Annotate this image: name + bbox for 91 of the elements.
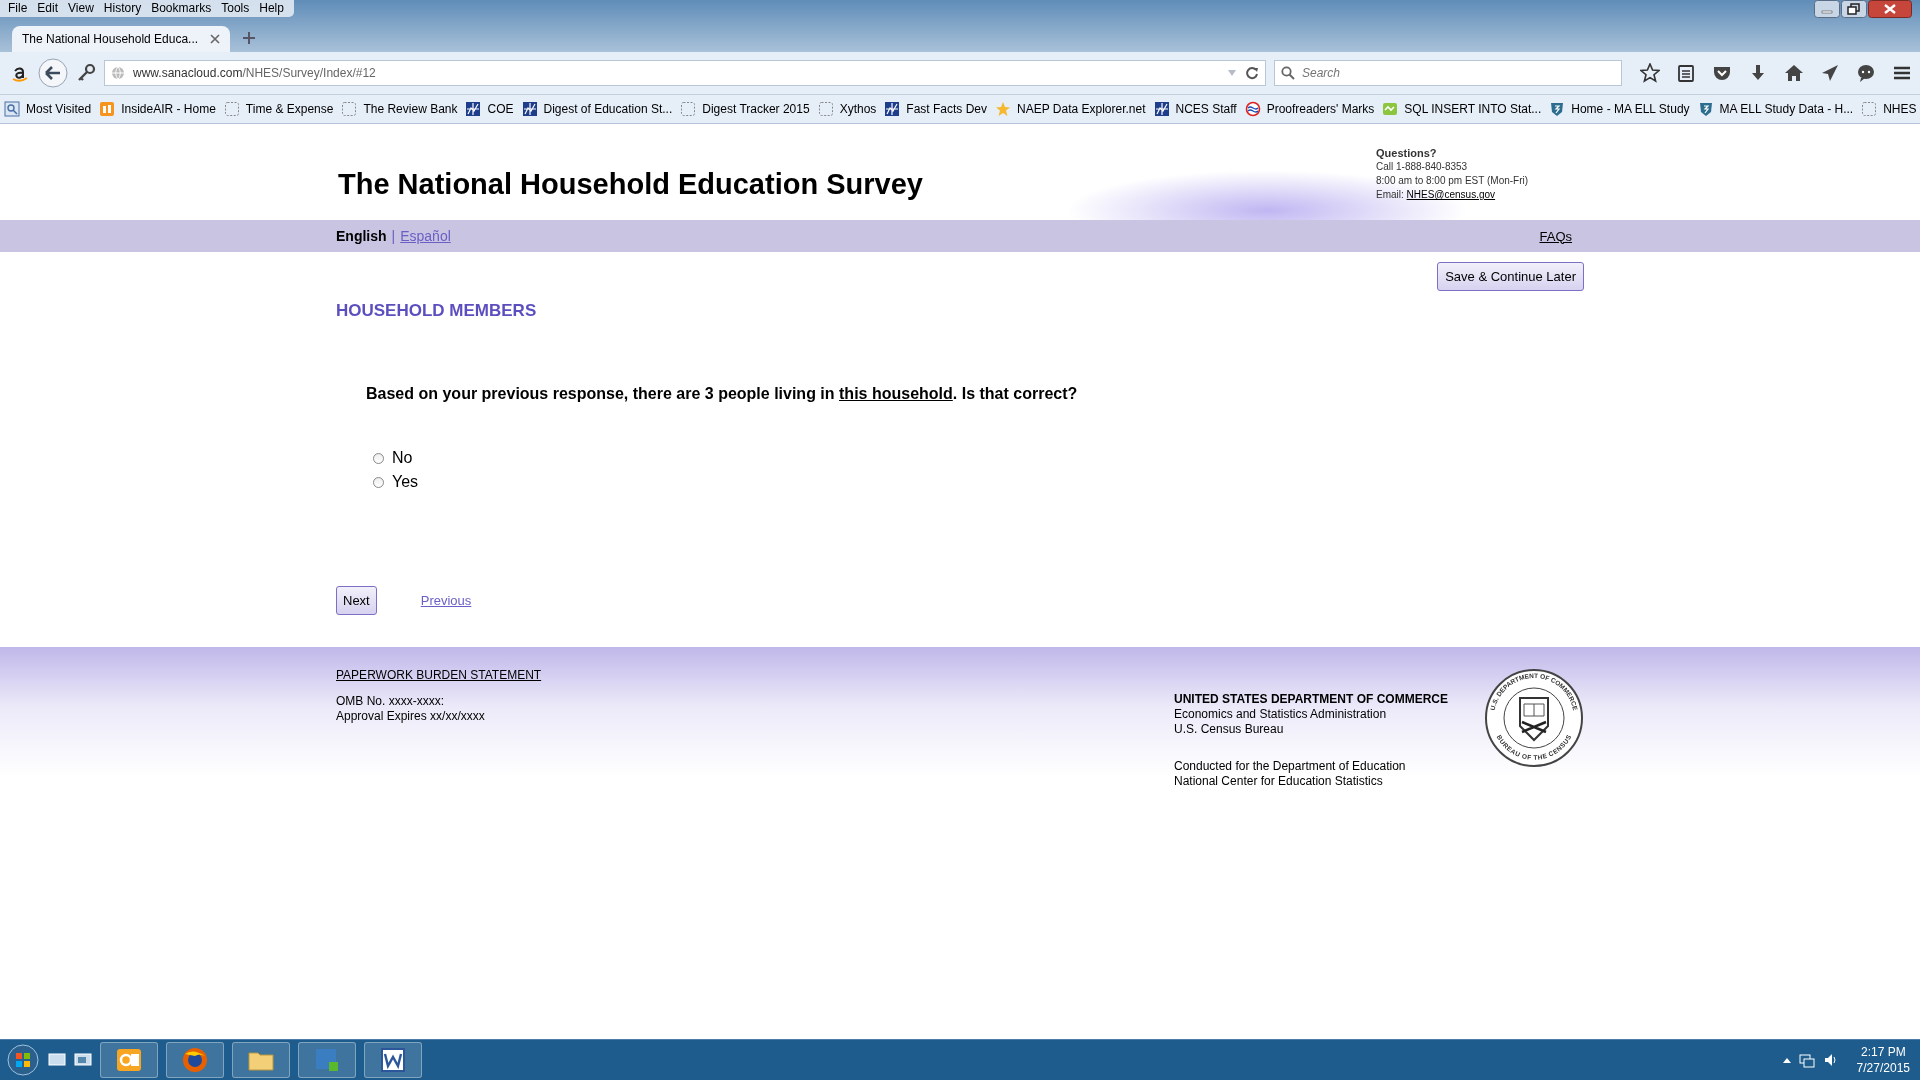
speaker-icon[interactable] [1822, 1052, 1839, 1068]
folder-icon [4, 101, 20, 117]
radio-button[interactable] [373, 476, 384, 488]
bookmark-item[interactable]: Digest of Education St... [521, 101, 673, 117]
bookmark-item[interactable]: Xythos [817, 101, 877, 117]
bookmark-item[interactable]: Home - MA ELL Study [1549, 101, 1690, 117]
bookmark-item[interactable]: Fast Facts Dev [884, 101, 987, 117]
clock-time[interactable]: 2:17 PM [1856, 1044, 1910, 1060]
clock-date[interactable]: 7/27/2015 [1856, 1060, 1910, 1076]
send-icon[interactable] [1820, 63, 1840, 83]
desktop-icon[interactable] [48, 1053, 66, 1067]
bookmark-item[interactable]: Digest Tracker 2015 [680, 101, 810, 117]
language-link[interactable]: English [336, 228, 387, 244]
agency-text: Conducted for the Department of Education [1174, 759, 1407, 774]
contact-text: Call 1-888-840-8353 [1376, 160, 1469, 174]
address-bar[interactable]: www.sanacloud.com/NHES/Survey/Index/#12 [104, 60, 1266, 86]
search-field[interactable]: Search [1274, 60, 1622, 86]
bookmark-item[interactable]: NHES [1861, 101, 1917, 117]
bookmark-item[interactable]: Most Visited [4, 101, 92, 117]
chart-icon [884, 101, 901, 117]
page-icon [223, 101, 240, 117]
section-heading: HOUSEHOLD MEMBERS [336, 301, 538, 321]
next-button[interactable]: Next [336, 586, 377, 615]
new-tab-icon[interactable] [242, 31, 257, 45]
agency-text: UNITED STATES DEPARTMENT OF COMMERCE [1174, 692, 1448, 707]
chart-icon [521, 101, 538, 117]
menu-item[interactable]: History [99, 1, 148, 15]
page-title: The National Household Education Survey [338, 168, 923, 201]
bookmark-item[interactable]: MA ELL Study Data - H... [1697, 101, 1854, 117]
agency-text: Economics and Statistics Administration [1174, 707, 1388, 722]
restore-icon[interactable] [1841, 0, 1867, 18]
tile-icon [99, 101, 116, 117]
contact-heading: Questions? [1376, 146, 1438, 160]
bookmark-item[interactable]: NAEP Data Explorer.net [995, 101, 1146, 117]
menu-item[interactable]: Edit [33, 1, 65, 15]
menu-item[interactable]: Bookmarks [147, 1, 218, 15]
clipboard-icon[interactable] [1676, 63, 1696, 83]
page-icon [680, 101, 697, 117]
menu-item[interactable]: Tools [217, 1, 256, 15]
agency-text: National Center for Education Statistics [1174, 774, 1384, 789]
radio-button[interactable] [373, 452, 384, 464]
shield-icon [1697, 101, 1714, 117]
close-icon[interactable] [1868, 0, 1912, 18]
save-continue-button[interactable]: Save & Continue Later [1437, 262, 1584, 291]
menu-item[interactable]: File [4, 1, 34, 15]
page-icon [341, 101, 358, 117]
browser-tab[interactable]: The National Household Educa... [12, 26, 231, 52]
page-icon [817, 101, 834, 117]
close-icon[interactable] [210, 34, 221, 44]
menu-item[interactable]: View [64, 1, 100, 15]
tile-icon [1382, 101, 1399, 117]
bookmark-item[interactable]: Time & Expense [223, 101, 334, 117]
start-button-icon[interactable] [6, 1043, 40, 1077]
contact-text: Email: [1376, 189, 1405, 200]
omb-text: Approval Expires xx/xx/xxxx [336, 709, 486, 724]
page-icon [1861, 101, 1878, 117]
shield-icon [1549, 101, 1566, 117]
bookmark-item[interactable]: SQL INSERT INTO Stat... [1382, 101, 1542, 117]
minimize-icon[interactable] [1814, 0, 1840, 18]
contact-text: 8:00 am to 8:00 pm EST (Mon-Fri) [1376, 174, 1530, 188]
chart-icon [1153, 101, 1170, 117]
reload-icon[interactable] [1245, 66, 1259, 80]
bookmark-item[interactable]: Proofreaders' Marks [1244, 101, 1375, 117]
chat-icon[interactable] [1856, 63, 1876, 83]
bookmark-item[interactable]: NCES Staff [1153, 101, 1237, 117]
paperwork-link[interactable]: PAPERWORK BURDEN STATEMENT [336, 668, 542, 682]
faqs-link[interactable]: FAQs [1539, 228, 1572, 244]
option-label[interactable]: No [392, 449, 413, 467]
bookmark-item[interactable]: COE [465, 101, 514, 117]
key-icon[interactable] [76, 63, 96, 83]
omb-text: OMB No. xxxx-xxxx: [336, 694, 445, 709]
back-icon[interactable] [38, 58, 68, 88]
menu-item[interactable]: Help [255, 1, 290, 15]
network-icon[interactable] [1798, 1052, 1815, 1068]
question-text: Based on your previous response, there are 3 people living in this household. Is that correct? [366, 385, 1079, 403]
star-icon[interactable] [1640, 63, 1660, 83]
previous-link[interactable]: Previous [420, 593, 472, 608]
bookmark-item[interactable]: The Review Bank [341, 101, 458, 117]
bookmark-item[interactable]: InsideAIR - Home [99, 101, 216, 117]
window-switch-icon[interactable] [74, 1053, 92, 1067]
show-hidden-icon[interactable] [1782, 1057, 1791, 1063]
star-icon [995, 101, 1011, 117]
home-icon[interactable] [1784, 63, 1804, 83]
household-link[interactable]: this household [839, 385, 953, 402]
chart-icon [465, 101, 482, 117]
email-link[interactable]: NHES@census.gov [1406, 189, 1496, 200]
option-label[interactable]: Yes [392, 473, 419, 491]
separator: | [391, 228, 396, 244]
globe-icon [111, 66, 125, 80]
circle-icon [1244, 101, 1261, 117]
agency-text: U.S. Census Bureau [1174, 722, 1285, 737]
